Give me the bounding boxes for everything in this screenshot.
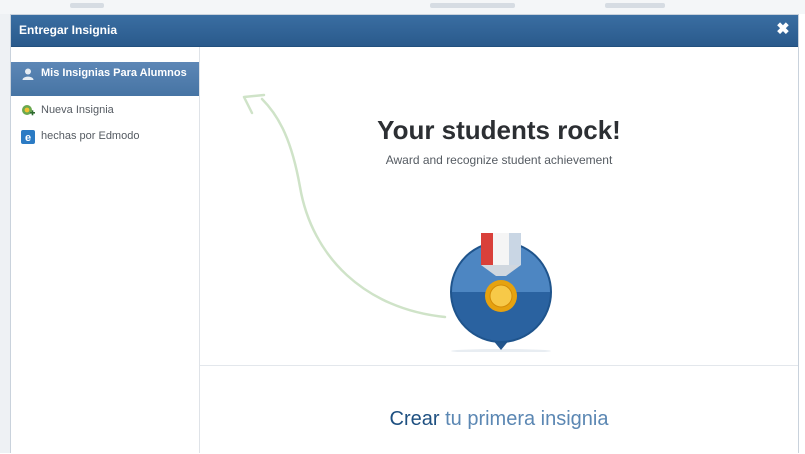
edmodo-icon: e bbox=[21, 130, 35, 144]
user-icon bbox=[21, 67, 35, 81]
sidebar-item-label: Mis Insignias Para Alumnos bbox=[41, 67, 187, 79]
sidebar-item-label: Nueva Insignia bbox=[41, 104, 114, 116]
cta-band: Crear tu primera insignia bbox=[200, 365, 798, 454]
sidebar-item-new-badge[interactable]: Nueva Insignia bbox=[11, 100, 199, 122]
background-app-strip bbox=[0, 0, 805, 14]
medal-badge-icon bbox=[450, 233, 552, 352]
badge-add-icon bbox=[21, 104, 35, 118]
svg-text:e: e bbox=[25, 132, 31, 144]
award-badge-dialog: Entregar Insignia ✖ Mis Insignias Para A… bbox=[10, 14, 799, 454]
headline: Your students rock! bbox=[377, 115, 621, 145]
cta-text: Crear tu primera insignia bbox=[200, 408, 798, 431]
background-ghost-text bbox=[70, 3, 104, 8]
sidebar-item-label: hechas por Edmodo bbox=[41, 130, 140, 142]
badge-main-panel: Your students rock! Award and recognize … bbox=[200, 47, 798, 454]
badge-sidebar: Mis Insignias Para Alumnos Nueva Insigni… bbox=[11, 47, 200, 453]
create-badge-link[interactable]: Crear bbox=[390, 408, 440, 430]
background-ghost-text bbox=[430, 3, 515, 8]
subheadline: Award and recognize student achievement bbox=[385, 153, 613, 167]
background-ghost-text bbox=[605, 3, 665, 8]
sidebar-item-made-by-edmodo[interactable]: e hechas por Edmodo bbox=[11, 126, 199, 148]
dialog-titlebar: Entregar Insignia ✖ bbox=[11, 15, 798, 47]
close-icon[interactable]: ✖ bbox=[774, 21, 792, 39]
cta-rest-text: tu primera insignia bbox=[445, 408, 609, 430]
dialog-title: Entregar Insignia bbox=[19, 23, 118, 37]
sidebar-item-my-student-badges[interactable]: Mis Insignias Para Alumnos bbox=[11, 62, 199, 96]
